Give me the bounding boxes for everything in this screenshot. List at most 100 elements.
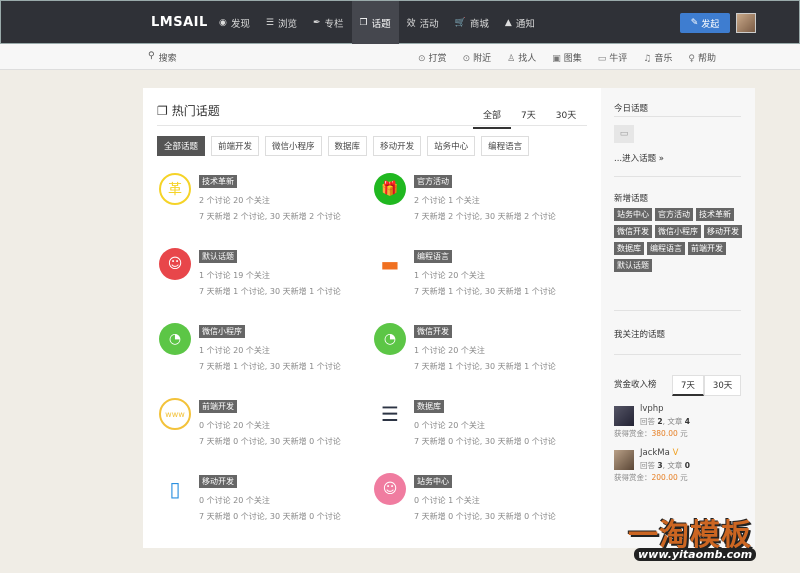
new-topic-title: 新增话题 [614,194,649,204]
eye-icon: ◉ [219,17,227,28]
watermark-logo: 一淘模板 www.yitaomb.com [624,506,774,566]
sub-navbar: ⚲ 搜索 ⊙ 打赏 ⊙ 附近 ♙ 找人 ▣ 图集 ▭ 牛评 ♫ 音乐 ♀ 帮助 [0,44,800,70]
topic-logo-icon[interactable]: 革 [159,173,191,205]
topic-stat: 1 个讨论 20 个关注 [414,346,485,355]
edit-icon: ✎ [690,18,699,28]
sidebar: 今日话题 ▭ ...进入话题 » 新增话题 站务中心 官方活动 技术革新 微信开… [601,88,755,548]
topic-logo-icon[interactable]: ☺ [159,248,191,280]
rank-user: lvphp 回答 2, 文章 4 获得赏金：380.00 元 [614,404,744,440]
category-site[interactable]: 站务中心 [427,136,476,156]
topic-tag[interactable]: 数据库 [414,400,444,413]
topic-tag[interactable]: 技术革新 [696,208,734,221]
main-panel: ❐ 热门话题 全部 7天 30天 全部话题 前端开发 微信小程序 数据库 移动开发… [143,88,601,548]
post-button[interactable]: ✎ 发起 [680,13,730,33]
topic-tag[interactable]: 编程语言 [647,242,685,255]
topic-stat: 1 个讨论 20 个关注 [199,346,270,355]
topic-growth: 7 天新增 1 个讨论, 30 天新增 1 个讨论 [199,287,341,296]
topic-stat: 2 个讨论 20 个关注 [199,196,270,205]
image-icon: ▣ [552,54,561,64]
nav-topic[interactable]: ❐ 话题 [351,1,399,44]
link-people[interactable]: ♙ 找人 [507,51,536,64]
topic-logo-icon[interactable]: ◔ [159,323,191,355]
topic-growth: 7 天新增 2 个讨论, 30 天新增 2 个讨论 [414,212,556,221]
topic-logo-icon[interactable]: ☰ [374,398,406,430]
topic-logo-icon[interactable]: www [159,398,191,430]
rank-tab-30days[interactable]: 30天 [703,375,742,396]
link-music[interactable]: ♫ 音乐 [643,51,672,64]
topic-growth: 7 天新增 1 个讨论, 30 天新增 1 个讨论 [199,362,341,371]
rank-tab-7days[interactable]: 7天 [672,375,704,396]
user-name[interactable]: JackMa V [640,448,678,458]
topic-tag[interactable]: 移动开发 [704,225,742,238]
bell-icon: ▲ [504,17,512,28]
topic-logo-icon[interactable]: ☺ [374,473,406,505]
link-help[interactable]: ♀ 帮助 [688,51,716,64]
nav-column[interactable]: ✒ 专栏 [305,1,352,44]
link-gallery[interactable]: ▣ 图集 [552,51,582,64]
user-avatar[interactable] [736,13,756,33]
topic-tag[interactable]: 移动开发 [199,475,237,488]
link-reward[interactable]: ⊙ 打赏 [418,51,447,64]
topic-tag[interactable]: 默认话题 [614,259,652,272]
category-miniprogram[interactable]: 微信小程序 [265,136,322,156]
avatar[interactable] [614,406,634,426]
category-all[interactable]: 全部话题 [157,136,206,156]
category-filter: 全部话题 前端开发 微信小程序 数据库 移动开发 站务中心 编程语言 [157,136,530,156]
nav-notice[interactable]: ▲ 通知 [497,1,543,44]
topic-tag[interactable]: 站务中心 [614,208,652,221]
category-programming[interactable]: 编程语言 [481,136,530,156]
today-topic-icon[interactable]: ▭ [614,125,634,143]
divider [614,310,741,311]
topic-tag[interactable]: 前端开发 [688,242,726,255]
user-name[interactable]: lvphp [640,404,664,414]
nav-mall[interactable]: 🛒 商城 [447,1,497,44]
divider [614,176,741,177]
topic-card: www 前端开发 0 个讨论 20 个关注 7 天新增 0 个讨论, 30 天新… [159,398,369,458]
divider [157,125,587,126]
user-stat: 回答 3, 文章 0 [640,461,690,470]
topic-tag[interactable]: 微信开发 [614,225,652,238]
category-frontend[interactable]: 前端开发 [211,136,260,156]
topic-logo-icon[interactable]: 🎁 [374,173,406,205]
feather-icon: ✒ [312,17,321,28]
link-nearby[interactable]: ⊙ 附近 [463,51,492,64]
topic-card: ◔ 微信小程序 1 个讨论 20 个关注 7 天新增 1 个讨论, 30 天新增… [159,323,369,383]
topic-tag[interactable]: 官方活动 [655,208,693,221]
people-icon: ♙ [507,54,516,64]
nav-discover[interactable]: ◉ 发现 [211,1,258,44]
topic-card: 🎁 官方活动 2 个讨论 1 个关注 7 天新增 2 个讨论, 30 天新增 2… [374,173,584,233]
nav-browse[interactable]: ☰ 浏览 [258,1,305,44]
topic-logo-icon[interactable]: ▬ [374,248,406,280]
topic-tag[interactable]: 编程语言 [414,250,452,263]
topic-tag[interactable]: 默认话题 [199,250,237,263]
main-nav: ◉ 发现 ☰ 浏览 ✒ 专栏 ❐ 话题 效活动 🛒 商城 ▲ 通知 [211,1,543,45]
topic-stat: 1 个讨论 19 个关注 [199,271,270,280]
site-logo[interactable]: LMSAIL [151,15,208,30]
category-database[interactable]: 数据库 [327,136,368,156]
topic-growth: 7 天新增 1 个讨论, 30 天新增 1 个讨论 [414,287,556,296]
topic-card: ◔ 微信开发 1 个讨论 20 个关注 7 天新增 1 个讨论, 30 天新增 … [374,323,584,383]
category-mobile[interactable]: 移动开发 [373,136,422,156]
nav-activity[interactable]: 效活动 [399,1,447,44]
topic-tag[interactable]: 前端开发 [199,400,237,413]
topic-tag[interactable]: 微信小程序 [655,225,701,238]
topic-logo-icon[interactable]: ▯ [159,473,191,505]
topic-logo-icon[interactable]: ◔ [374,323,406,355]
topic-icon: ❐ [359,17,368,28]
topic-tag[interactable]: 微信开发 [414,325,452,338]
topic-tag[interactable]: 微信小程序 [199,325,245,338]
topic-stat: 2 个讨论 1 个关注 [414,196,480,205]
topic-tag[interactable]: 官方活动 [414,175,452,188]
topic-tag[interactable]: 站务中心 [414,475,452,488]
link-review[interactable]: ▭ 牛评 [598,51,628,64]
followed-topic-title: 我关注的话题 [614,330,666,340]
topic-tag[interactable]: 数据库 [614,242,644,255]
avatar[interactable] [614,450,634,470]
topic-growth: 7 天新增 0 个讨论, 30 天新增 0 个讨论 [414,512,556,521]
page-title: ❐ 热门话题 [157,103,220,119]
search-box[interactable]: ⚲ 搜索 [148,51,177,64]
headphones-icon: ♫ [643,54,652,64]
cart-icon: 🛒 [454,17,466,28]
enter-topic-link[interactable]: ...进入话题 » [614,152,664,164]
topic-tag[interactable]: 技术革新 [199,175,237,188]
